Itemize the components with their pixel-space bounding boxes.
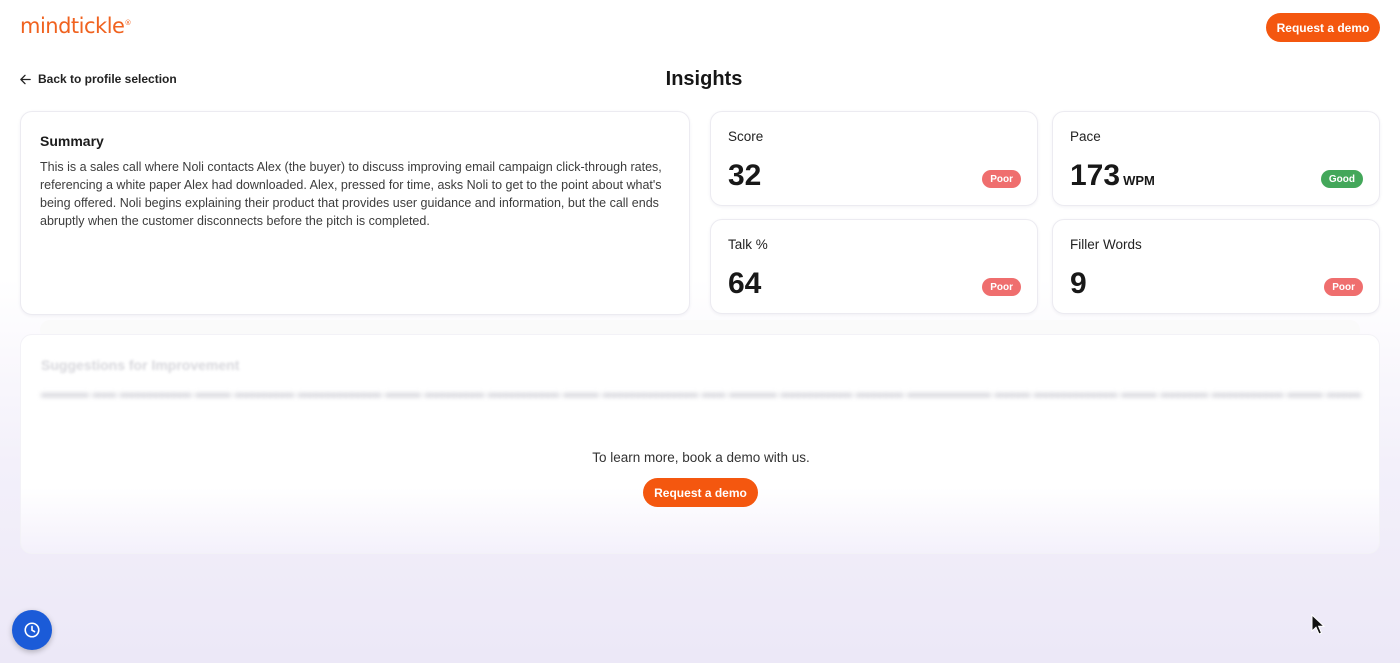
summary-card: Summary This is a sales call where Noli … <box>20 111 690 315</box>
metric-number: 9 <box>1070 267 1087 300</box>
page-title: Insights <box>665 68 743 90</box>
mindtickle-logo[interactable]: mindtickle® <box>20 14 131 38</box>
metric-card-filler-words: Filler Words 9 Poor <box>1052 219 1380 314</box>
logo-text: mindtickle <box>20 14 125 38</box>
history-button[interactable] <box>12 610 52 650</box>
metric-number: 173 <box>1070 159 1121 192</box>
metric-label: Talk % <box>728 237 768 252</box>
metric-unit: WPM <box>1123 173 1155 188</box>
status-badge: Poor <box>982 278 1021 296</box>
metric-number: 64 <box>728 267 762 300</box>
metric-value: 32 <box>728 159 761 193</box>
summary-text: This is a sales call where Noli contacts… <box>40 160 662 228</box>
metric-label: Filler Words <box>1070 237 1142 252</box>
metric-value: 173 WPM <box>1070 159 1155 193</box>
metric-label: Pace <box>1070 129 1101 144</box>
metric-number: 32 <box>728 159 762 192</box>
mouse-pointer-icon <box>1311 614 1325 635</box>
metric-value: 9 <box>1070 267 1087 301</box>
status-badge: Poor <box>982 170 1021 188</box>
header-request-demo-button[interactable]: Request a demo <box>1266 13 1380 42</box>
status-badge: Good <box>1320 170 1363 188</box>
metric-label: Score <box>728 129 764 144</box>
summary-heading: Summary <box>40 133 104 149</box>
status-badge: Poor <box>1324 278 1363 296</box>
metric-card-pace: Pace 173 WPM Good <box>1052 111 1380 206</box>
suggestions-card: Suggestions for Improvement ▬▬▬▬ ▬▬ ▬▬▬▬… <box>20 334 1380 554</box>
logo-registered-mark: ® <box>124 19 131 27</box>
suggestions-heading: Suggestions for Improvement <box>41 357 240 373</box>
metric-card-score: Score 32 Poor <box>710 111 1038 206</box>
suggestions-blurred-content: ▬▬▬▬ ▬▬ ▬▬▬▬▬▬ ▬▬▬ ▬▬▬▬▬ ▬▬▬▬▬▬▬ ▬▬▬ ▬▬▬… <box>41 386 1361 400</box>
suggestions-request-demo-button[interactable]: Request a demo <box>643 478 758 507</box>
book-demo-prompt: To learn more, book a demo with us. <box>592 450 810 465</box>
metric-card-talk-percent: Talk % 64 Poor <box>710 219 1038 314</box>
metric-value: 64 <box>728 267 761 301</box>
clock-icon <box>24 622 40 638</box>
